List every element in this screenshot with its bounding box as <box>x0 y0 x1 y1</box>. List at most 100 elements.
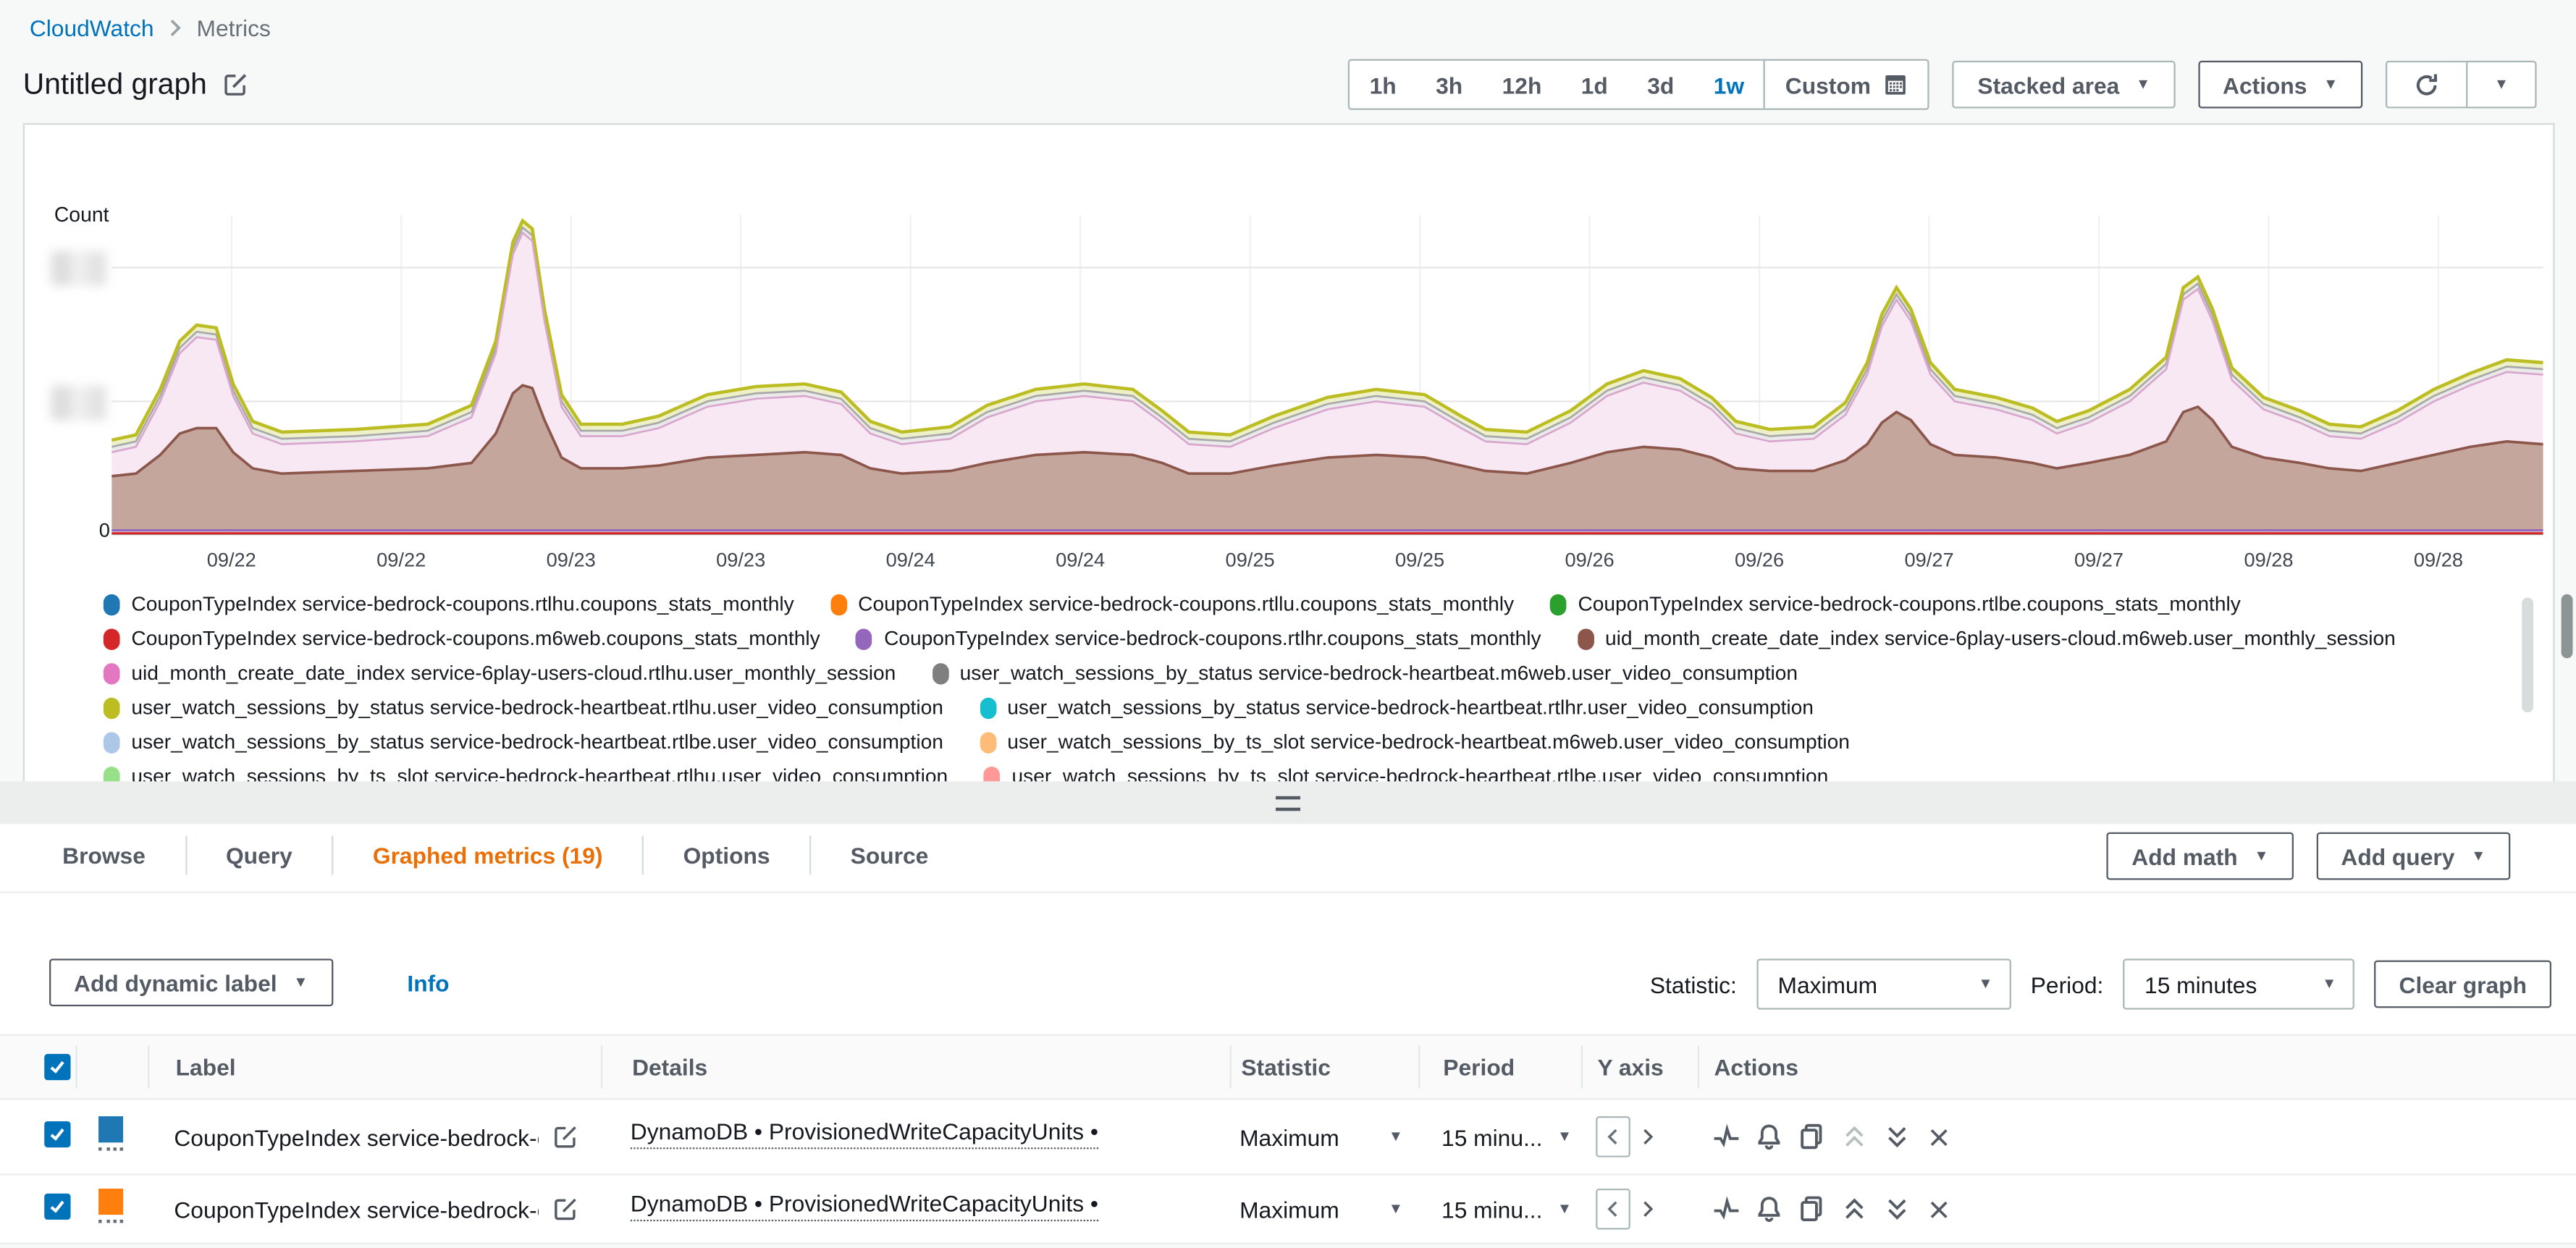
row-checkbox[interactable] <box>44 1121 70 1147</box>
legend-color-dot <box>984 766 1001 783</box>
stacked-area-chart[interactable] <box>111 215 2543 535</box>
legend-item[interactable]: user_watch_sessions_by_status service-be… <box>104 696 943 720</box>
legend-item[interactable]: user_watch_sessions_by_ts_slot service-b… <box>980 730 1850 754</box>
legend-item[interactable]: CouponTypeIndex service-bedrock-coupons.… <box>104 627 820 650</box>
duplicate-icon[interactable] <box>1798 1195 1826 1223</box>
select-all-checkbox[interactable] <box>44 1054 70 1080</box>
refresh-options-dropdown[interactable]: ▼ <box>2466 61 2536 109</box>
metric-details-link[interactable]: DynamoDB • ProvisionedWriteCapacityUnits… <box>631 1189 1098 1220</box>
yaxis-left-button[interactable] <box>1596 1189 1630 1230</box>
legend-item[interactable]: CouponTypeIndex service-bedrock-coupons.… <box>1550 593 2241 616</box>
refresh-button[interactable] <box>2386 61 2466 109</box>
time-range-1d[interactable]: 1d <box>1562 61 1628 109</box>
legend-item[interactable]: user_watch_sessions_by_status service-be… <box>980 696 1814 720</box>
graph-controls: 1h3h12h1d3d1w Custom Stacked area ▼ Acti… <box>1348 59 2536 110</box>
x-tick-label: 09/23 <box>691 548 790 571</box>
table-row: CouponTypeIndex service-bedrock-cou...Dy… <box>0 1100 2576 1175</box>
resize-handle[interactable] <box>1276 796 1300 810</box>
x-tick-label: 09/26 <box>1541 548 1639 571</box>
chevron-down-icon: ▼ <box>2322 977 2336 991</box>
color-swatch-dropdown[interactable] <box>98 1116 123 1150</box>
breadcrumb: CloudWatch Metrics <box>30 14 271 41</box>
edit-label-icon[interactable] <box>553 1124 578 1149</box>
legend-scrollbar[interactable] <box>2522 597 2533 712</box>
chevron-down-icon: ▼ <box>293 975 308 990</box>
row-checkbox[interactable] <box>44 1194 70 1220</box>
chevron-down-icon: ▼ <box>1389 1202 1403 1216</box>
tab-graphed-metrics-19[interactable]: Graphed metrics (19) <box>332 824 642 891</box>
move-down-icon[interactable] <box>1883 1195 1911 1223</box>
legend-item[interactable]: user_watch_sessions_by_status service-be… <box>104 730 943 754</box>
column-color <box>75 1046 148 1089</box>
legend-item[interactable]: user_watch_sessions_by_ts_slot service-b… <box>984 765 1828 783</box>
legend-item[interactable]: uid_month_create_date_index service-6pla… <box>104 662 896 685</box>
row-checkbox-cell <box>0 1121 75 1152</box>
statistic-select[interactable]: Maximum ▼ <box>1756 958 2011 1009</box>
yaxis-left-button[interactable] <box>1596 1116 1630 1158</box>
page-scrollbar[interactable] <box>2562 594 2573 658</box>
legend-row: CouponTypeIndex service-bedrock-coupons.… <box>104 627 2510 650</box>
clear-graph-button[interactable]: Clear graph <box>2375 961 2551 1008</box>
move-up-icon[interactable] <box>1840 1123 1869 1151</box>
time-range-selector: 1h3h12h1d3d1w Custom <box>1348 59 1929 110</box>
legend-row: user_watch_sessions_by_status service-be… <box>104 730 2510 754</box>
tab-query[interactable]: Query <box>185 824 332 891</box>
column-statistic: Statistic <box>1230 1046 1419 1089</box>
edit-label-icon[interactable] <box>553 1197 578 1221</box>
duplicate-icon[interactable] <box>1798 1123 1826 1151</box>
y-tick-redacted-middle <box>51 386 106 421</box>
period-value: 15 minu... <box>1441 1123 1542 1150</box>
graph-type-dropdown[interactable]: Stacked area ▼ <box>1953 61 2175 109</box>
metric-details-link[interactable]: DynamoDB • ProvisionedWriteCapacityUnits… <box>631 1117 1098 1148</box>
legend-item[interactable]: user_watch_sessions_by_status service-be… <box>932 662 1798 685</box>
legend-color-dot <box>104 662 120 683</box>
view-pulse-icon[interactable] <box>1712 1123 1741 1151</box>
tab-browse[interactable]: Browse <box>23 824 185 891</box>
breadcrumb-cloudwatch[interactable]: CloudWatch <box>30 14 154 41</box>
row-period-select[interactable]: 15 minu...▼ <box>1418 1123 1581 1150</box>
time-range-12h[interactable]: 12h <box>1482 61 1561 109</box>
period-select[interactable]: 15 minutes ▼ <box>2123 958 2355 1009</box>
remove-icon[interactable] <box>1926 1196 1952 1222</box>
time-range-1h[interactable]: 1h <box>1350 61 1415 109</box>
chevron-down-icon: ▼ <box>2136 77 2150 92</box>
time-range-3h[interactable]: 3h <box>1416 61 1482 109</box>
move-up-icon[interactable] <box>1840 1195 1869 1223</box>
actions-dropdown[interactable]: Actions ▼ <box>2198 61 2362 109</box>
time-range-custom[interactable]: Custom <box>1764 61 1928 109</box>
time-range-3d[interactable]: 3d <box>1628 61 1693 109</box>
x-tick-label: 09/27 <box>2050 548 2148 571</box>
row-statistic-select[interactable]: Maximum▼ <box>1230 1123 1419 1150</box>
create-alarm-icon[interactable] <box>1755 1123 1783 1151</box>
row-details-cell: DynamoDB • ProvisionedWriteCapacityUnits… <box>601 1189 1230 1228</box>
legend-item[interactable]: CouponTypeIndex service-bedrock-coupons.… <box>830 593 1514 616</box>
legend-item[interactable]: CouponTypeIndex service-bedrock-coupons.… <box>104 593 794 616</box>
metrics-toolbar: Add dynamic label ▼ Info Statistic: Maxi… <box>0 958 2576 1008</box>
cloudwatch-metrics-page: CloudWatch Metrics Untitled graph 1h3h12… <box>0 0 2576 1248</box>
legend-item[interactable]: CouponTypeIndex service-bedrock-coupons.… <box>856 627 1541 650</box>
tab-options[interactable]: Options <box>642 824 809 891</box>
time-range-1w[interactable]: 1w <box>1694 61 1764 109</box>
create-alarm-icon[interactable] <box>1755 1195 1783 1223</box>
add-query-dropdown[interactable]: Add query ▼ <box>2316 832 2510 880</box>
tab-source[interactable]: Source <box>809 824 968 891</box>
custom-label: Custom <box>1785 72 1871 98</box>
x-tick-label: 09/22 <box>182 548 281 571</box>
add-math-dropdown[interactable]: Add math ▼ <box>2107 832 2293 880</box>
color-swatch <box>98 1116 123 1142</box>
x-tick-label: 09/27 <box>1880 548 1979 571</box>
add-dynamic-label-dropdown[interactable]: Add dynamic label ▼ <box>49 958 332 1006</box>
period-label: Period: <box>2031 971 2104 997</box>
legend-item[interactable]: uid_month_create_date_index service-6pla… <box>1577 627 2395 650</box>
yaxis-right-button[interactable] <box>1637 1197 1658 1221</box>
view-pulse-icon[interactable] <box>1712 1195 1741 1223</box>
remove-icon[interactable] <box>1926 1123 1952 1150</box>
info-link[interactable]: Info <box>407 970 449 996</box>
color-swatch-dropdown[interactable] <box>98 1188 123 1223</box>
row-statistic-select[interactable]: Maximum▼ <box>1230 1196 1419 1222</box>
move-down-icon[interactable] <box>1883 1123 1911 1151</box>
yaxis-right-button[interactable] <box>1637 1124 1658 1149</box>
legend-item[interactable]: user_watch_sessions_by_ts_slot service-b… <box>104 765 948 783</box>
edit-title-icon[interactable] <box>224 72 248 97</box>
row-period-select[interactable]: 15 minu...▼ <box>1418 1196 1581 1222</box>
